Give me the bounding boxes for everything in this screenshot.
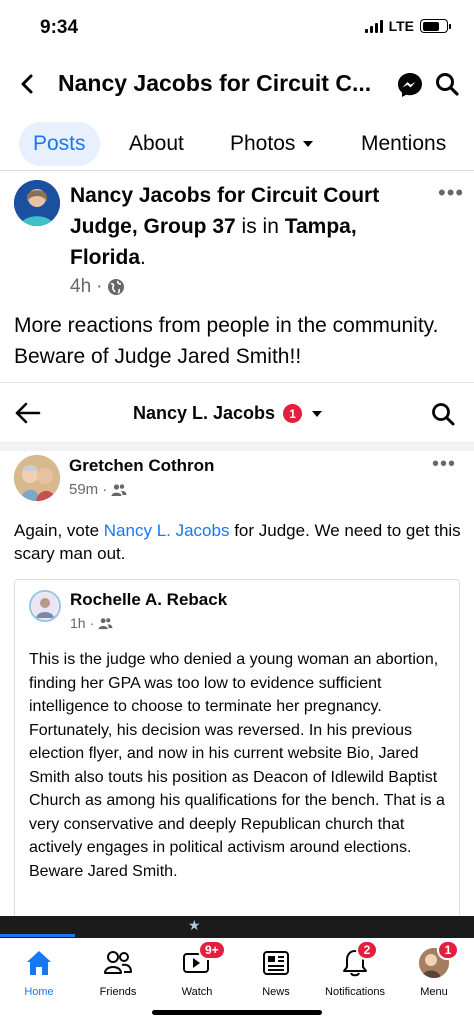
nav-menu[interactable]: 1 Menu [395,940,473,998]
search-icon [432,403,455,426]
nav-home[interactable]: Home [0,946,78,998]
avatar [29,590,61,622]
page-title: Nancy Jacobs for Circuit C... [58,70,372,96]
tab-posts[interactable]: Posts [19,122,100,166]
mention-link: Nancy L. Jacobs [103,521,230,540]
divider [0,170,474,171]
back-arrow-icon [15,402,41,424]
star-icon: ★ [188,917,201,933]
notifications-badge: 2 [356,940,378,960]
watch-badge: 9+ [198,940,226,960]
comment-meta: 59m · [69,481,127,498]
status-time: 9:34 [40,17,79,38]
globe-icon [108,279,125,295]
status-bar: 9:34 LTE [0,0,474,52]
watch-icon: 9+ [180,940,226,980]
post-time[interactable]: 4h [70,276,91,298]
embedded-title: Nancy L. Jacobs 1 [133,403,323,424]
progress-indicator [0,934,75,937]
page-header: Nancy Jacobs for Circuit C... [0,56,474,112]
tab-about[interactable]: About [129,122,184,166]
home-icon [22,946,56,980]
more-options-icon: ••• [432,453,457,475]
page-tabs: Posts About Photos Mentions [0,122,474,168]
shared-post-text: This is the judge who denied a young wom… [29,651,445,880]
friends-icon [101,946,135,980]
bell-icon: 2 [338,940,378,980]
embedded-header: Nancy L. Jacobs 1 [0,383,474,443]
chevron-down-icon [303,141,314,147]
messenger-icon[interactable] [396,71,424,99]
post-header: Nancy Jacobs for Circuit Court Judge, Gr… [70,184,380,269]
battery-icon [420,19,451,33]
home-indicator[interactable] [152,1010,322,1015]
avatar[interactable] [14,180,60,226]
shared-post-author: Rochelle A. Reback [70,590,228,609]
shared-post-meta: 1h · [70,615,113,631]
comment-text: Again, vote Nancy L. Jacobs for Judge. W… [14,521,461,563]
comment-author: Gretchen Cothron [69,456,215,475]
nav-friends[interactable]: Friends [79,946,157,998]
divider [0,443,474,451]
notification-badge: 1 [283,404,303,423]
video-strip: ★ [0,916,474,938]
more-options-icon[interactable]: ••• [438,180,464,206]
shared-post: Rochelle A. Reback 1h · This is the judg… [14,579,460,939]
menu-badge: 1 [437,940,459,960]
chevron-down-icon [312,410,323,417]
back-icon[interactable] [16,70,40,98]
post-caption: More reactions from people in the commun… [14,314,439,368]
friends-privacy-icon [98,617,113,629]
avatar [14,455,60,501]
nav-watch[interactable]: 9+ Watch [158,940,236,998]
nav-notifications[interactable]: 2 Notifications [316,940,394,998]
menu-avatar: 1 [417,940,459,980]
post-meta: 4h · [70,276,125,298]
search-icon[interactable] [434,71,460,97]
signal-icon [364,19,383,33]
friends-privacy-icon [111,483,127,496]
tab-photos[interactable]: Photos [230,122,314,166]
news-icon [259,946,293,980]
tab-mentions[interactable]: Mentions [361,122,446,166]
status-indicators: LTE [364,18,451,34]
nav-news[interactable]: News [237,946,315,998]
network-label: LTE [388,18,414,34]
shared-screenshot[interactable]: Nancy L. Jacobs 1 Gretchen Cothron 59m · [0,382,474,939]
